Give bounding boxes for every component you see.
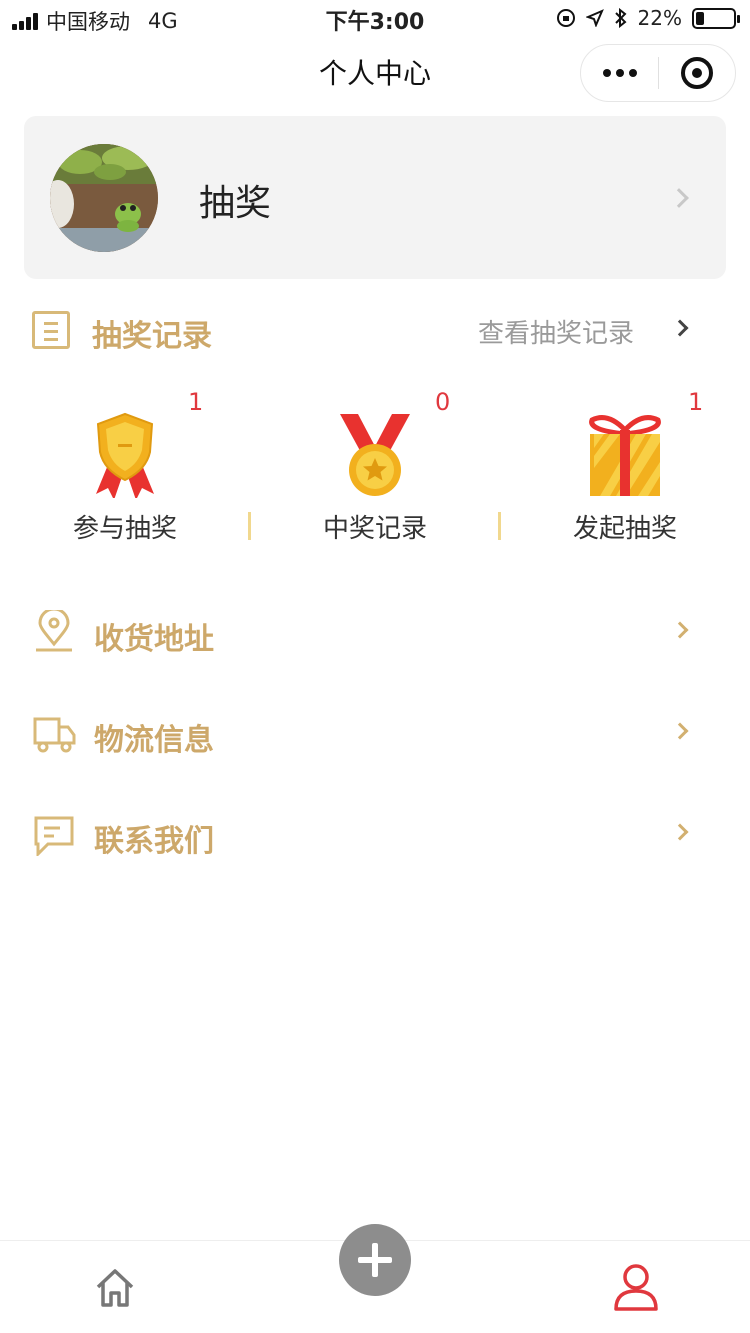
battery-level: [696, 11, 704, 25]
chevron-right-icon: [671, 621, 689, 639]
bluetooth-icon: [614, 8, 627, 28]
location-pin-icon: [36, 610, 72, 652]
medal-icon: [340, 414, 410, 496]
stat-label: 发起抽奖: [572, 514, 677, 544]
truck-icon: [33, 717, 76, 753]
chevron-right-icon: [669, 188, 689, 208]
chevron-right-icon: [671, 319, 689, 337]
stat-created[interactable]: 1 发起抽奖: [500, 384, 750, 554]
profile-card[interactable]: 抽奖: [24, 116, 726, 279]
chevron-right-icon: [671, 823, 689, 841]
target-circle-icon: [680, 57, 713, 89]
home-icon[interactable]: [90, 1263, 140, 1313]
stat-label: 中奖记录: [322, 514, 427, 544]
menu-label: 物流信息: [94, 723, 214, 758]
stat-divider: [248, 512, 251, 540]
menu-item-address[interactable]: 收货地址: [32, 604, 702, 660]
close-button[interactable]: [659, 45, 735, 101]
badge-ribbon-icon: [96, 412, 154, 498]
stat-count: 1: [188, 388, 204, 416]
chevron-right-icon: [671, 722, 689, 740]
more-button[interactable]: [581, 45, 658, 101]
message-icon: [34, 816, 74, 856]
menu-label: 收货地址: [94, 622, 214, 657]
plus-icon[interactable]: [339, 1224, 411, 1296]
profile-name: 抽奖: [199, 183, 272, 224]
frog-avatar-image: [50, 144, 158, 252]
status-right: 22%: [556, 6, 740, 30]
battery-percent: 22%: [637, 6, 682, 30]
stat-divider: [498, 512, 501, 540]
records-header[interactable]: 抽奖记录 查看抽奖记录: [32, 307, 702, 354]
miniapp-capsule: [580, 44, 736, 102]
stat-label: 参与抽奖: [72, 514, 177, 544]
view-records-link[interactable]: 查看抽奖记录: [478, 313, 634, 350]
menu-item-logistics[interactable]: 物流信息: [32, 705, 702, 761]
orientation-lock-icon: [556, 9, 575, 27]
stat-joined[interactable]: 1 参与抽奖: [0, 384, 250, 554]
user-icon[interactable]: [612, 1261, 660, 1313]
menu-item-contact[interactable]: 联系我们: [32, 806, 702, 862]
stat-count: 0: [435, 388, 451, 416]
records-title: 抽奖记录: [92, 319, 212, 354]
stat-won[interactable]: 0 中奖记录: [250, 384, 500, 554]
location-arrow-icon: [585, 9, 604, 27]
list-document-icon: [32, 311, 70, 349]
menu-label: 联系我们: [94, 824, 214, 859]
stats-row: 1 参与抽奖 0 中奖记录 1 发起抽奖: [0, 384, 750, 554]
status-bar: 中国移动 4G 下午3:00 22%: [0, 0, 750, 40]
avatar: [50, 144, 158, 252]
gift-icon: [589, 415, 661, 496]
stat-count: 1: [688, 388, 704, 416]
battery-icon: [692, 7, 740, 29]
